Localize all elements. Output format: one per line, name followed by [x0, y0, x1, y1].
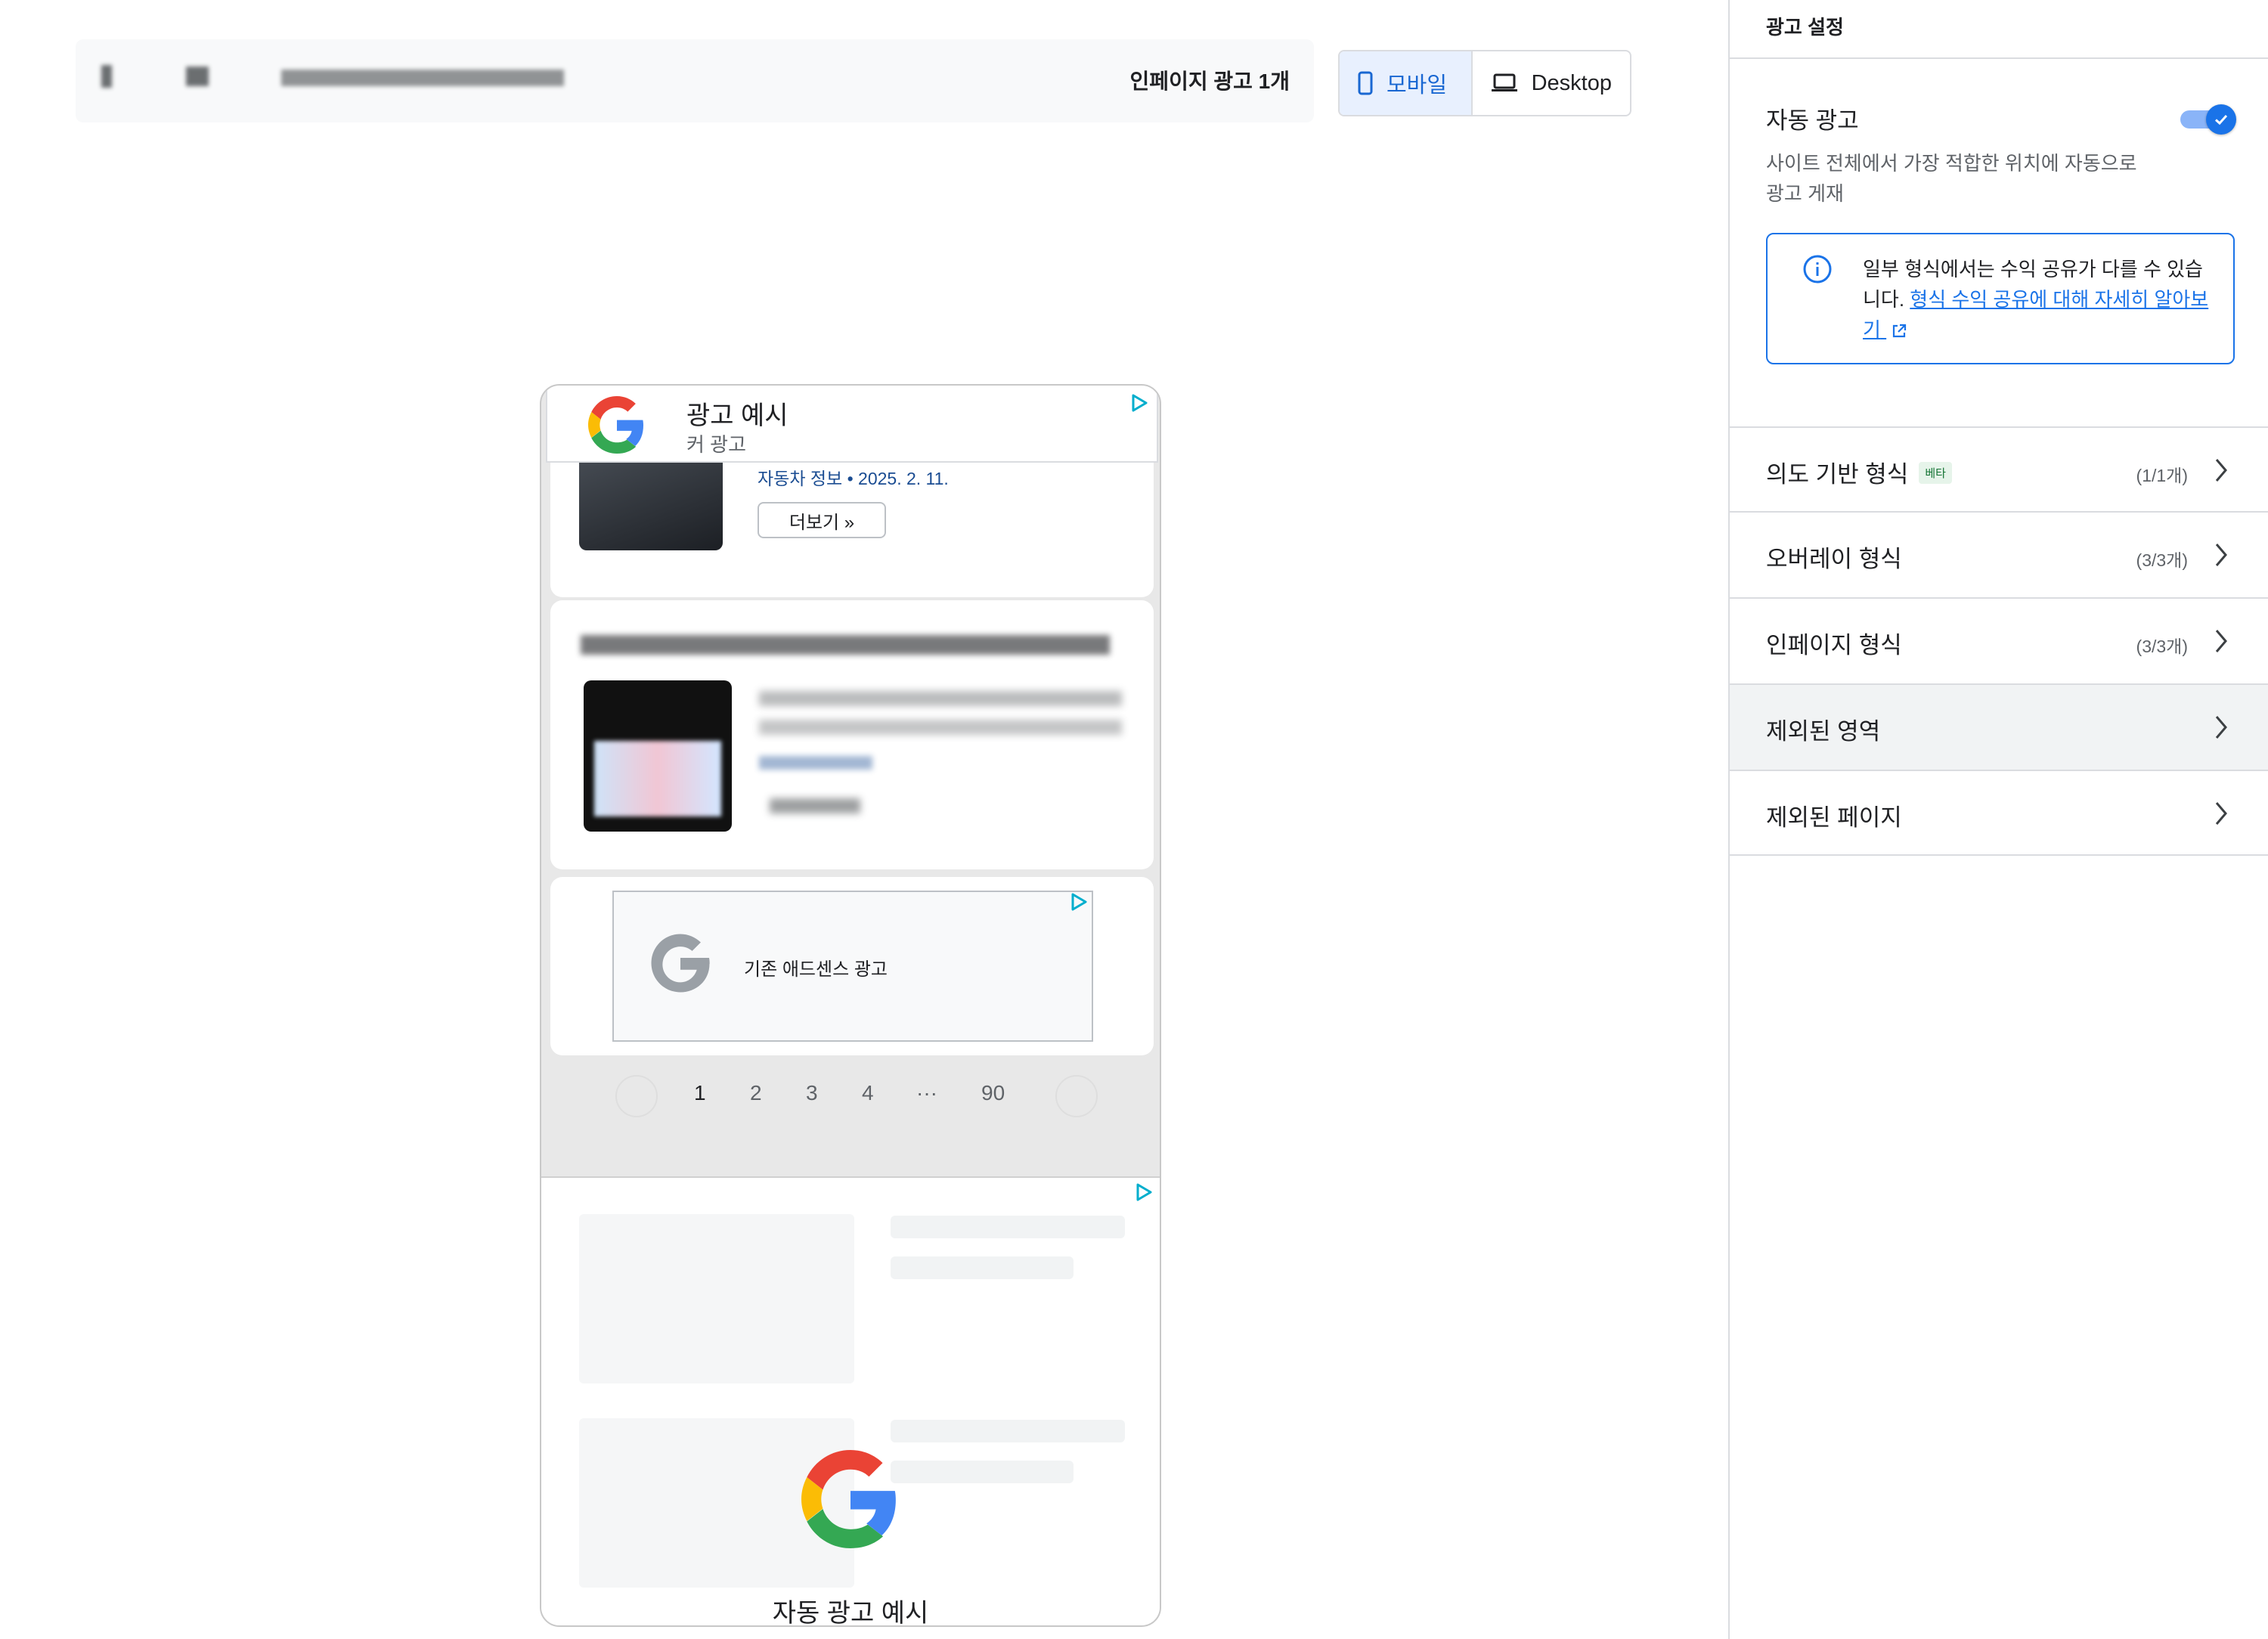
- anchor-ad-subtitle: 커 광고: [686, 433, 746, 456]
- ad-settings-panel: 광고 설정 자동 광고 사이트 전체에서 가장 적합한 위치에 자동으로 광고 …: [1728, 0, 2268, 1639]
- auto-ads-label: 자동 광고: [1766, 107, 1859, 134]
- row-label: 오버레이 형식: [1766, 546, 1902, 572]
- mobile-preview-frame: 자동차 정보 • 2025. 2. 11. 더보기 » 광고 예시 커 광고 기…: [540, 384, 1161, 1627]
- row-label: 인페이지 형식: [1766, 632, 1902, 658]
- row-label: 제외된 페이지: [1766, 804, 1902, 831]
- placeholder-image: [579, 1214, 854, 1383]
- learn-more-link[interactable]: 형식 수익 공유에 대해 자세히 알아보기: [1863, 288, 2208, 341]
- revenue-share-info: 일부 형식에서는 수익 공유가 다를 수 있습니다. 형식 수익 공유에 대해 …: [1766, 233, 2235, 364]
- row-count: (3/3개): [2136, 550, 2188, 570]
- post-excerpt-blurred: [759, 691, 1122, 706]
- more-button-blurred[interactable]: [770, 798, 860, 813]
- auto-ad-preview[interactable]: 자동 광고 예시: [541, 1176, 1160, 1627]
- row-label: 제외된 영역: [1766, 718, 1881, 745]
- back-icon[interactable]: [101, 65, 112, 88]
- page-3[interactable]: 3: [806, 1081, 818, 1105]
- anchor-ad[interactable]: 광고 예시 커 광고: [546, 387, 1158, 463]
- mobile-button[interactable]: 모바일: [1340, 51, 1473, 115]
- auto-ads-description: 사이트 전체에서 가장 적합한 위치에 자동으로 광고 게재: [1766, 152, 2137, 205]
- row-overlay-formats[interactable]: 오버레이 형식 (3/3개): [1730, 513, 2268, 597]
- row-count: (1/1개): [2136, 466, 2188, 485]
- legacy-ad-label: 기존 애드센스 광고: [744, 959, 888, 980]
- panel-title: 광고 설정: [1766, 16, 1844, 39]
- adchoices-icon[interactable]: [1132, 1181, 1155, 1204]
- adchoices-icon[interactable]: [1128, 392, 1151, 414]
- row-count: (3/3개): [2136, 637, 2188, 656]
- prev-page-button[interactable]: [615, 1075, 658, 1117]
- check-icon: [2206, 104, 2236, 135]
- auto-ad-title: 자동 광고 예시: [772, 1599, 929, 1627]
- phone-icon: [1358, 71, 1373, 95]
- info-text: 일부 형식에서는 수익 공유가 다를 수 있습니다. 형식 수익 공유에 대해 …: [1863, 254, 2218, 345]
- page-1[interactable]: 1: [694, 1081, 706, 1105]
- page-url-bar: 인페이지 광고 1개: [76, 39, 1314, 122]
- chevron-right-icon: [2215, 459, 2227, 482]
- row-inpage-formats[interactable]: 인페이지 형식 (3/3개): [1730, 599, 2268, 683]
- placeholder-line: [891, 1256, 1074, 1279]
- legacy-ad-card: 기존 애드센스 광고: [550, 877, 1154, 1055]
- divider: [1730, 57, 2268, 59]
- row-excluded-pages[interactable]: 제외된 페이지: [1730, 771, 2268, 856]
- post-excerpt-blurred-2: [759, 720, 1122, 735]
- learn-more-label: 형식 수익 공유에 대해 자세히 알아보기: [1863, 288, 2209, 341]
- divider: [1730, 854, 2268, 856]
- legacy-adsense-ad[interactable]: 기존 애드센스 광고: [612, 891, 1093, 1042]
- next-page-button[interactable]: [1055, 1075, 1098, 1117]
- post-meta-blurred: [759, 756, 872, 770]
- google-logo-icon: [588, 396, 643, 454]
- chevron-right-icon: [2215, 544, 2227, 566]
- page-2[interactable]: 2: [750, 1081, 762, 1105]
- info-icon: [1803, 255, 1832, 283]
- desktop-button[interactable]: Desktop: [1473, 51, 1630, 115]
- page-url-text: [281, 70, 564, 86]
- google-logo-icon: [801, 1450, 896, 1548]
- row-label: 의도 기반 형식 베타: [1766, 455, 1952, 489]
- device-toggle: 모바일 Desktop: [1338, 50, 1631, 116]
- desktop-label: Desktop: [1531, 70, 1612, 95]
- adchoices-icon[interactable]: [1067, 891, 1090, 913]
- page-90[interactable]: 90: [981, 1081, 1005, 1105]
- post-thumbnail-blurred: [584, 680, 732, 832]
- row-intent-formats[interactable]: 의도 기반 형식 베타 (1/1개): [1730, 428, 2268, 513]
- auto-ads-toggle[interactable]: [2180, 104, 2236, 135]
- chevron-right-icon: [2215, 802, 2227, 825]
- anchor-ad-title: 광고 예시: [686, 401, 789, 430]
- post-title-blurred: [581, 635, 1110, 655]
- placeholder-line: [891, 1216, 1125, 1238]
- site-favicon: [186, 67, 209, 86]
- post-meta: 자동차 정보 • 2025. 2. 11.: [758, 469, 949, 488]
- external-link-icon: [1893, 324, 1907, 338]
- page-ellipsis: ···: [916, 1081, 937, 1105]
- placeholder-line: [891, 1461, 1074, 1483]
- chevron-right-icon: [2215, 716, 2227, 739]
- page-ad-count: 인페이지 광고 1개: [1129, 70, 1290, 93]
- beta-badge: 베타: [1919, 462, 1952, 485]
- laptop-icon: [1491, 73, 1517, 91]
- placeholder-line: [891, 1420, 1125, 1442]
- mobile-label: 모바일: [1387, 73, 1448, 98]
- chevron-right-icon: [2215, 630, 2227, 652]
- pagination: 1 2 3 4 ··· 90: [541, 1075, 1160, 1120]
- post-card-blurred[interactable]: [550, 600, 1154, 869]
- row-excluded-areas[interactable]: 제외된 영역: [1730, 685, 2268, 770]
- more-button[interactable]: 더보기 »: [758, 502, 886, 538]
- google-g-gray-icon: [651, 934, 710, 993]
- page-4[interactable]: 4: [862, 1081, 874, 1105]
